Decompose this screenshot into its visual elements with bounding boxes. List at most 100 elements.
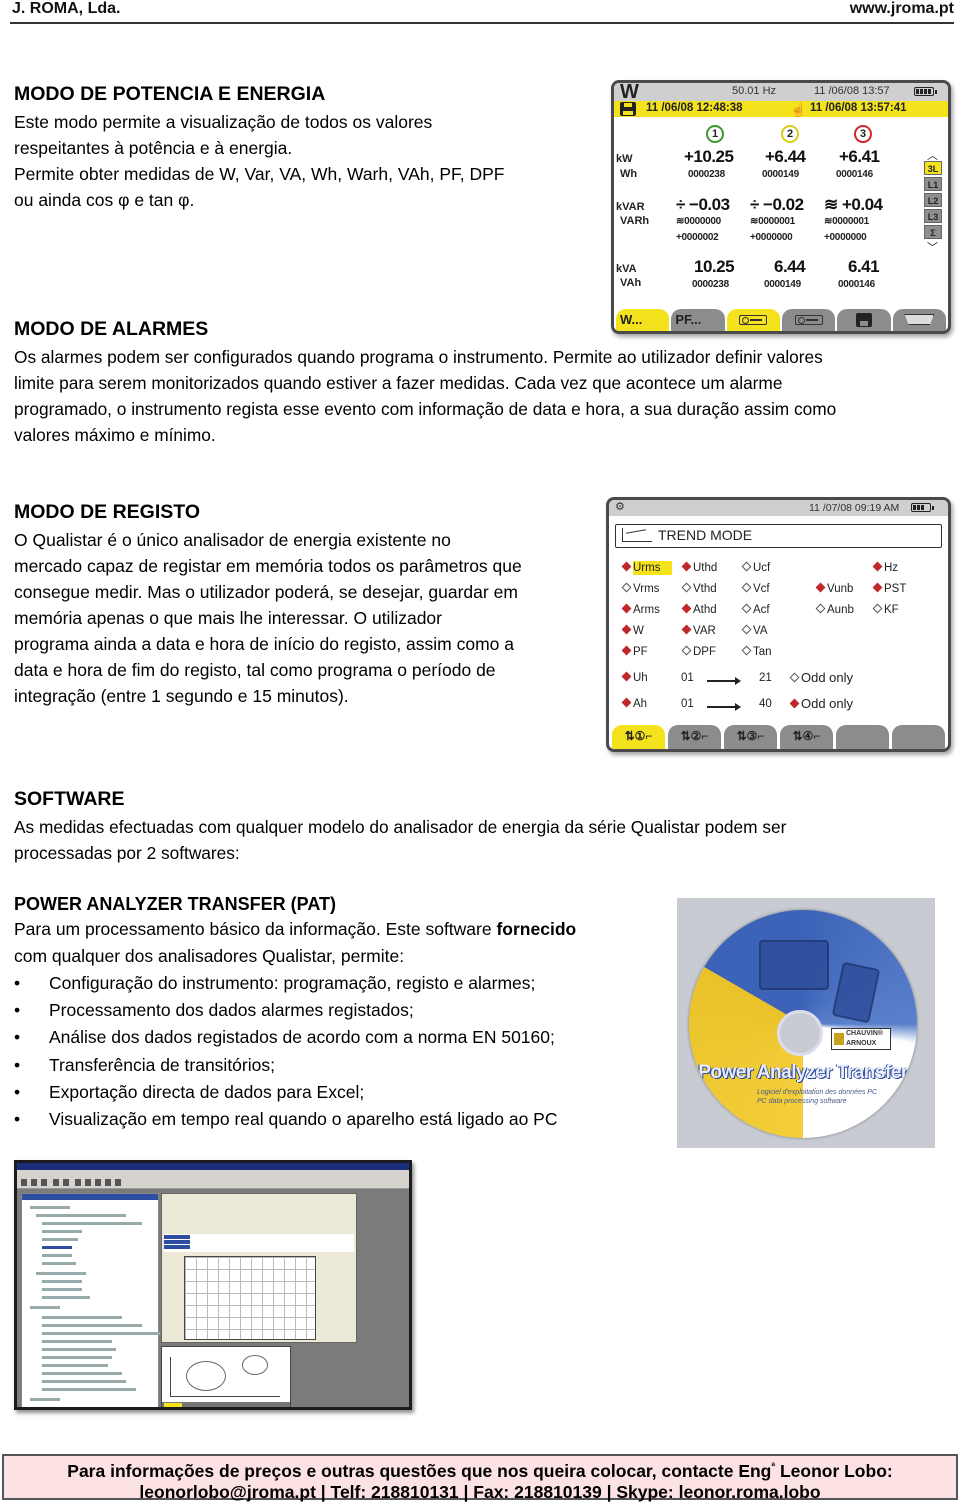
trend-option-urms[interactable]: Urms [621, 561, 673, 575]
key-pf[interactable]: PF... [671, 309, 725, 331]
trend-graph [184, 1256, 316, 1340]
key-save[interactable] [837, 309, 891, 331]
trend-option-vrms[interactable]: Vrms [621, 582, 659, 595]
power-mode-screen: W 50.01 Hz 11 /06/08 13:57 11 /06/08 12:… [611, 80, 951, 334]
ah-odd-only[interactable]: Odd only [789, 696, 853, 711]
tab-l2[interactable]: L2 [924, 193, 942, 207]
bullet-icon: • [14, 973, 21, 993]
section-body-pat: Para um processamento básico da informaç… [14, 916, 576, 970]
kw-value: +10.25 [684, 147, 734, 166]
waveform-curve [242, 1355, 268, 1375]
trend-option-vunb[interactable]: Vunb [815, 582, 853, 595]
contact-footer: Para informações de preços e outras ques… [2, 1454, 958, 1502]
varh-value: +0000002 [676, 232, 719, 243]
tab-l1[interactable]: L1 [924, 177, 942, 191]
tab-sum[interactable]: Σ [924, 225, 942, 239]
varh-value: ≋0000001 [824, 216, 869, 227]
varh-value: +0000000 [824, 232, 867, 243]
phase-3-badge: 3 [854, 125, 872, 143]
scroll-down-icon[interactable]: ﹀ [927, 239, 938, 255]
unselected-dot-icon [741, 603, 752, 614]
trend-option-aunb[interactable]: Aunb [815, 603, 854, 616]
trend-option-hz[interactable]: Hz [872, 561, 898, 574]
key-meter-on[interactable] [726, 309, 780, 331]
wh-value: 0000149 [762, 169, 799, 180]
pat-software-screenshot [14, 1160, 412, 1410]
selected-dot-icon [681, 603, 692, 614]
section-body-power: Este modo permite a visualização de todo… [14, 109, 505, 213]
trend-config-1[interactable]: ⇅①⌐ [612, 725, 665, 749]
text-line: integração (entre 1 segundo e 15 minutos… [14, 686, 349, 706]
trend-option-var[interactable]: VAR [681, 624, 716, 637]
text-line: com qualquer dos analisadores Qualistar,… [14, 946, 405, 966]
unselected-dot-icon [741, 624, 752, 635]
tab-l3[interactable]: L3 [924, 209, 942, 223]
trend-config-4[interactable]: ⇅④⌐ [780, 725, 833, 749]
selected-dot-icon [681, 624, 692, 635]
uh-range-from[interactable]: 01 [681, 672, 694, 684]
trend-option-va[interactable]: VA [741, 624, 768, 637]
chauvin-arnoux-logo: CHAUVIN® ARNOUX [831, 1028, 891, 1050]
vah-value: 0000149 [764, 279, 801, 290]
trend-mode-header: TREND MODE [615, 524, 942, 548]
tab-3l[interactable]: 3L [924, 161, 942, 175]
trend-option-arms[interactable]: Arms [621, 603, 660, 616]
feature-text: Transferência de transitórios; [49, 1054, 275, 1075]
trend-graph-window [161, 1193, 357, 1343]
trend-option-w[interactable]: W [621, 624, 644, 637]
trend-option-pst[interactable]: PST [872, 582, 906, 595]
text-line: ou ainda cos φ e tan φ. [14, 190, 195, 210]
section-title-registo: MODO DE REGISTO [14, 501, 200, 523]
unselected-dot-icon [621, 582, 632, 593]
uh-range-to[interactable]: 21 [759, 672, 772, 684]
feature-list-item: • Visualização em tempo real quando o apa… [14, 1106, 557, 1133]
key-connector[interactable] [892, 309, 946, 331]
website-link[interactable]: www.jroma.pt [850, 0, 954, 18]
record-bar: 11 /06/08 12:48:38 ☝ 11 /06/08 13:57:41 [614, 101, 948, 117]
key-meter-off[interactable] [781, 309, 836, 331]
arrow-right-icon [707, 677, 741, 684]
text-line: As medidas efectuadas com qualquer model… [14, 817, 787, 837]
option-uh[interactable]: Uh [621, 671, 648, 684]
unselected-dot-icon [741, 561, 752, 572]
trend-option-vcf[interactable]: Vcf [741, 582, 770, 595]
text-line: Permite obter medidas de W, Var, VA, Wh,… [14, 164, 505, 184]
contact-line-1: Para informações de preços e outras ques… [67, 1460, 893, 1481]
feature-text: Visualização em tempo real quando o apar… [49, 1109, 558, 1130]
kvar-value: ÷ −0.02 [750, 195, 804, 214]
trend-option-vthd[interactable]: Vthd [681, 582, 717, 595]
trend-option-dpf[interactable]: DPF [681, 645, 716, 658]
option-ah[interactable]: Ah [621, 697, 647, 710]
selected-dot-icon [621, 603, 632, 614]
trend-option-kf[interactable]: KF [872, 603, 899, 616]
key-w[interactable]: W... [616, 309, 670, 331]
contact-fax: Fax: 218810139 [473, 1481, 602, 1502]
trend-option-tan[interactable]: Tan [741, 645, 772, 658]
trend-option-pf[interactable]: PF [621, 645, 648, 658]
key-pf-label: PF... [675, 312, 702, 327]
trend-option-ucf[interactable]: Ucf [741, 561, 770, 574]
text-line: consegue medir. Mas o utilizador poderá,… [14, 582, 518, 602]
text-line: programa ainda a data e hora de início d… [14, 634, 515, 654]
trend-config-3[interactable]: ⇅③⌐ [724, 725, 777, 749]
ah-range-from[interactable]: 01 [681, 698, 694, 710]
waveform-keys [162, 1402, 290, 1407]
unselected-dot-icon [741, 582, 752, 593]
ah-range-to[interactable]: 40 [759, 698, 772, 710]
kva-value: 10.25 [694, 257, 735, 276]
trend-config-2[interactable]: ⇅②⌐ [668, 725, 721, 749]
selected-dot-icon [815, 582, 826, 593]
trend-option-uthd[interactable]: Uthd [681, 561, 717, 574]
wh-value: 0000238 [688, 169, 725, 180]
trend-option-acf[interactable]: Acf [741, 603, 770, 616]
trend-option-athd[interactable]: Athd [681, 603, 717, 616]
selected-dot-icon [621, 624, 632, 635]
text-line: Este modo permite a visualização de todo… [14, 112, 433, 132]
selected-dot-icon [621, 645, 632, 656]
kw-label: kW [616, 153, 633, 165]
contact-email[interactable]: leonorlobo@jroma.pt [139, 1482, 316, 1502]
record-start: 11 /06/08 12:48:38 [646, 102, 743, 114]
uh-odd-only[interactable]: Odd only [789, 670, 853, 685]
text-line: limite para serem monitorizados quando e… [14, 373, 783, 393]
contact-skype: Skype: leonor.roma.lobo [616, 1481, 821, 1502]
